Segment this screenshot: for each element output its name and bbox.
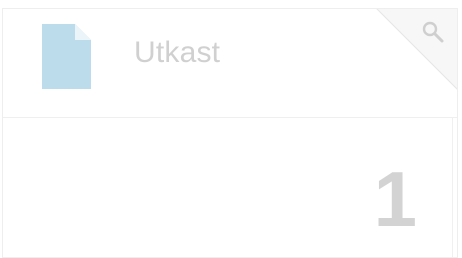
search-icon[interactable] (421, 20, 445, 44)
draft-count: 1 (373, 155, 417, 243)
corner-fold (376, 9, 457, 90)
tile-title: Utkast (134, 36, 221, 69)
tile-edge (452, 117, 457, 257)
document-icon (42, 24, 91, 89)
drafts-tile[interactable]: Utkast 1 (2, 8, 458, 258)
